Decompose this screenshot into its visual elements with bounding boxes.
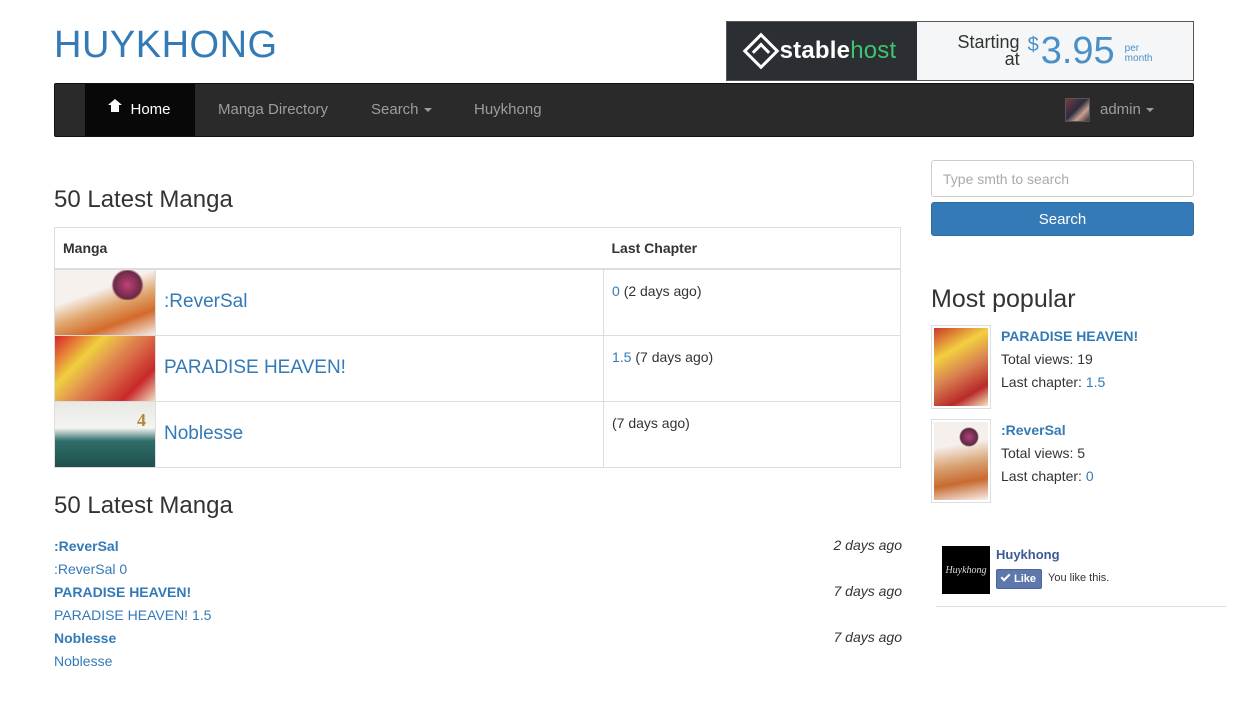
site-logo[interactable]: HUYKHONG	[54, 24, 278, 67]
chapter-age: (7 days ago)	[612, 414, 690, 431]
last-chapter-label: Last chapter:	[1001, 374, 1086, 390]
chapter-age: (2 days ago)	[623, 282, 702, 299]
manga-title-link[interactable]: :ReverSal	[54, 537, 902, 560]
nav-search-label: Search	[371, 101, 419, 118]
manga-title-link[interactable]: Noblesse	[164, 423, 243, 444]
facebook-like-status: You like this.	[1048, 572, 1110, 584]
stablehost-ad-banner[interactable]: stablehost Starting at $3.95 per month	[726, 21, 1194, 81]
popular-title-link[interactable]: PARADISE HEAVEN!	[1001, 328, 1138, 344]
check-icon	[1000, 571, 1011, 582]
manga-title-link[interactable]: Noblesse	[54, 629, 902, 652]
facebook-like-button[interactable]: Like	[996, 569, 1043, 589]
popular-item: PARADISE HEAVEN! Total views: 19 Last ch…	[931, 325, 1201, 411]
manga-cover-image[interactable]	[55, 269, 155, 335]
stablehost-logo-icon	[742, 32, 780, 70]
home-icon	[108, 99, 123, 115]
popular-item: :ReverSal Total views: 5 Last chapter: 0	[931, 419, 1201, 505]
list-item: Noblesse Noblesse 7 days ago	[54, 629, 902, 675]
caret-down-icon	[423, 108, 432, 113]
ad-brand-panel: stablehost	[727, 22, 917, 80]
ad-price: $3.95	[1027, 29, 1115, 72]
nav-user-menu[interactable]: admin	[1065, 84, 1154, 136]
latest-manga-heading: 50 Latest Manga	[54, 186, 233, 213]
search-input[interactable]	[931, 160, 1194, 197]
latest-manga-table: Manga Last Chapter :ReverSal 0 (2 days a…	[54, 227, 901, 468]
facebook-page-widget: Huykhong Huykhong Like You like this.	[936, 540, 1226, 607]
nav-home[interactable]: Home	[85, 84, 195, 136]
avatar	[1065, 98, 1090, 123]
popular-title-link[interactable]: :ReverSal	[1001, 422, 1066, 438]
facebook-page-name[interactable]: Huykhong	[996, 547, 1060, 562]
views-count: 19	[1077, 351, 1093, 367]
table-row: PARADISE HEAVEN! 1.5 (7 days ago)	[54, 334, 901, 401]
column-header-manga: Manga	[54, 227, 604, 270]
manga-cover-image[interactable]	[55, 335, 155, 401]
caret-down-icon	[1145, 108, 1154, 113]
nav-manga-directory[interactable]: Manga Directory	[218, 84, 328, 136]
update-time: 7 days ago	[833, 629, 903, 645]
table-row: Noblesse (7 days ago)	[54, 400, 901, 467]
nav-user-name: admin	[1100, 101, 1141, 118]
ad-per-month: per month	[1124, 43, 1153, 64]
popular-cover-image[interactable]	[931, 419, 991, 503]
nav-huykhong[interactable]: Huykhong	[474, 84, 542, 136]
nav-home-label: Home	[130, 101, 171, 118]
chapter-link[interactable]: 0	[612, 283, 620, 299]
like-label: Like	[1014, 573, 1037, 585]
chapter-link[interactable]: 1.5	[612, 349, 631, 365]
last-chapter-label: Last chapter:	[1001, 468, 1086, 484]
table-row: :ReverSal 0 (2 days ago)	[54, 268, 901, 335]
facebook-page-avatar[interactable]: Huykhong	[942, 546, 990, 594]
latest-manga-list: :ReverSal :ReverSal 0 2 days ago PARADIS…	[54, 537, 902, 675]
update-time: 2 days ago	[833, 537, 903, 553]
main-navbar: Home Manga Directory Search Huykhong adm…	[54, 83, 1194, 137]
column-header-last-chapter: Last Chapter	[603, 227, 901, 270]
last-chapter-link[interactable]: 1.5	[1086, 374, 1105, 390]
ad-brand-name: stablehost	[779, 37, 897, 64]
manga-title-link[interactable]: PARADISE HEAVEN!	[54, 583, 902, 606]
views-label: Total views:	[1001, 445, 1078, 461]
chapter-link[interactable]: Noblesse	[54, 652, 902, 670]
views-label: Total views:	[1001, 351, 1078, 367]
ad-price-panel: Starting at $3.95 per month	[917, 22, 1193, 80]
views-count: 5	[1077, 445, 1086, 461]
chapter-age: (7 days ago)	[635, 348, 714, 365]
manga-title-link[interactable]: :ReverSal	[164, 291, 247, 312]
list-item: :ReverSal :ReverSal 0 2 days ago	[54, 537, 902, 583]
list-item: PARADISE HEAVEN! PARADISE HEAVEN! 1.5 7 …	[54, 583, 902, 629]
chapter-link[interactable]: PARADISE HEAVEN! 1.5	[54, 606, 902, 624]
update-time: 7 days ago	[833, 583, 903, 599]
search-button[interactable]: Search	[931, 202, 1194, 236]
manga-title-link[interactable]: PARADISE HEAVEN!	[164, 357, 346, 378]
nav-search-dropdown[interactable]: Search	[371, 84, 432, 136]
manga-cover-image[interactable]	[55, 401, 155, 467]
most-popular-heading: Most popular	[931, 285, 1076, 313]
latest-manga-list-heading: 50 Latest Manga	[54, 492, 233, 519]
ad-starting-text: Starting at	[957, 32, 1020, 69]
chapter-link[interactable]: :ReverSal 0	[54, 560, 902, 578]
last-chapter-link[interactable]: 0	[1086, 468, 1094, 484]
popular-cover-image[interactable]	[931, 325, 991, 409]
